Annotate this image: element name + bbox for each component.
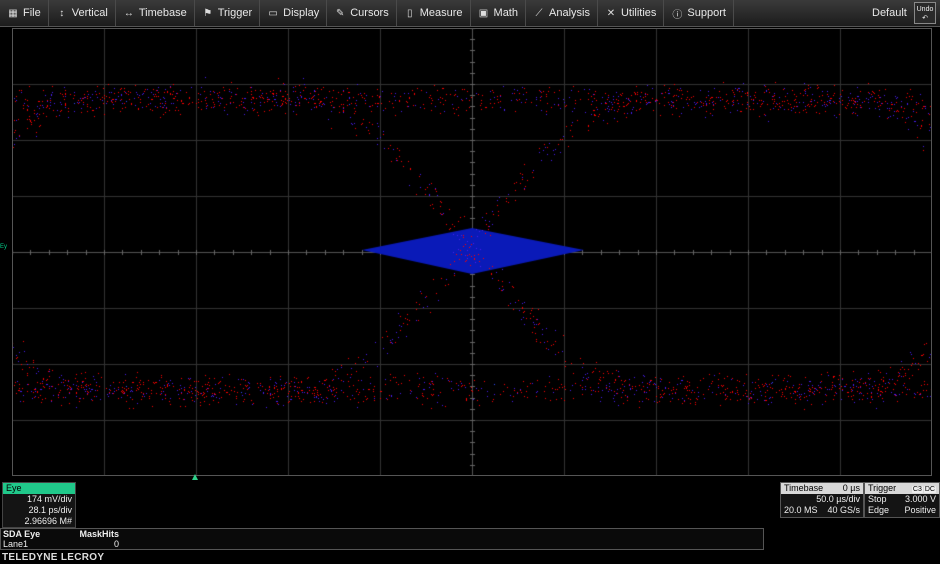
menu-label: Timebase xyxy=(138,7,187,19)
menu-display[interactable]: ▭ Display xyxy=(260,0,328,26)
waveform-grid[interactable] xyxy=(12,28,932,476)
trigger-position-marker[interactable] xyxy=(192,474,198,480)
timebase-delay: 0 µs xyxy=(842,483,860,493)
trigger-channel-tag: C3 xyxy=(911,486,923,493)
measure-icon: ▯ xyxy=(406,7,413,19)
undo-icon: ↶ xyxy=(922,15,928,22)
trigger-type: Edge xyxy=(868,505,890,515)
trigger-flag-icon: ⚑ xyxy=(203,7,213,19)
eye-descriptor-title: Eye xyxy=(3,483,75,494)
eye-descriptor-box[interactable]: Eye 174 mV/div 28.1 ps/div 2.96696 M# xyxy=(2,482,76,528)
menu-vertical[interactable]: ↕ Vertical xyxy=(49,0,116,26)
chart-icon: ⟋ xyxy=(535,7,543,19)
menu-math[interactable]: ▣ Math xyxy=(471,0,526,26)
menu-support[interactable]: ⓘ Support xyxy=(664,0,734,26)
menu-label: Cursors xyxy=(350,7,389,19)
table-row: Lane1 0 xyxy=(1,539,763,549)
menu-timebase[interactable]: ↔ Timebase xyxy=(116,0,195,26)
menu-label: Trigger xyxy=(217,7,253,19)
eye-sample-count: 2.96696 M# xyxy=(24,516,72,526)
trigger-level: 3.000 V xyxy=(904,494,936,504)
trigger-mode: Stop xyxy=(868,494,887,504)
trigger-slope: Positive xyxy=(904,505,936,515)
menu-label: Support xyxy=(687,7,726,19)
measure-row-value: 0 xyxy=(113,539,119,549)
default-setup-button[interactable]: Default xyxy=(872,0,907,26)
horizontal-arrows-icon: ↔ xyxy=(123,7,134,19)
menu-label: Analysis xyxy=(549,7,590,19)
timebase-descriptor-box[interactable]: Timebase 0 µs 50.0 µs/div 20.0 MS 40 GS/s xyxy=(780,482,864,518)
timebase-samples: 20.0 MS xyxy=(784,505,818,515)
measure-row-label: Lane1 xyxy=(3,539,29,549)
menu-measure[interactable]: ▯ Measure xyxy=(397,0,471,26)
menu-trigger[interactable]: ⚑ Trigger xyxy=(195,0,261,26)
tools-icon: ✕ xyxy=(606,7,616,19)
menu-label: File xyxy=(23,7,41,19)
cursor-pen-icon: ✎ xyxy=(336,7,345,19)
menu-label: Display xyxy=(283,7,320,19)
menu-label: Utilities xyxy=(620,7,657,19)
trigger-descriptor-box[interactable]: Trigger C3 DC Stop 3.000 V Edge Positive xyxy=(864,482,940,518)
display-icon: ▭ xyxy=(268,7,278,19)
info-icon: ⓘ xyxy=(672,9,683,21)
menu-label: Vertical xyxy=(71,7,108,19)
undo-label: Undo xyxy=(916,6,934,13)
menu-bar: ▦ File ↕ Vertical ↔ Timebase ⚑ Trigger ▭ Disp… xyxy=(0,0,940,27)
grid-icon: ▦ xyxy=(8,7,18,19)
timebase-time-per-div: 50.0 µs/div xyxy=(816,494,860,504)
timebase-sample-rate: 40 GS/s xyxy=(827,505,860,515)
channel-marker: Ey xyxy=(0,244,8,250)
eye-time-per-div: 28.1 ps/div xyxy=(28,505,72,515)
menu-label: Math xyxy=(493,7,518,19)
measure-header-maskhits: MaskHits xyxy=(79,529,119,539)
menu-file[interactable]: ▦ File xyxy=(0,0,49,26)
trigger-title: Trigger xyxy=(868,483,897,493)
vertical-arrows-icon: ↕ xyxy=(59,7,65,19)
menu-cursors[interactable]: ✎ Cursors xyxy=(327,0,397,26)
eye-volts-per-div: 174 mV/div xyxy=(26,494,72,504)
measure-header-param: SDA Eye xyxy=(3,529,41,539)
trigger-coupling-tag: DC xyxy=(923,486,936,493)
undo-button[interactable]: Undo ↶ xyxy=(914,2,936,24)
timebase-title: Timebase xyxy=(784,483,824,493)
measurement-table[interactable]: SDA Eye MaskHits Lane1 0 xyxy=(0,528,764,550)
menu-utilities[interactable]: ✕ Utilities xyxy=(598,0,665,26)
menu-label: Measure xyxy=(419,7,463,19)
calculator-icon: ▣ xyxy=(478,7,489,19)
brand-logo: TELEDYNE LECROY xyxy=(2,552,105,563)
menu-analysis[interactable]: ⟋ Analysis xyxy=(526,0,598,26)
